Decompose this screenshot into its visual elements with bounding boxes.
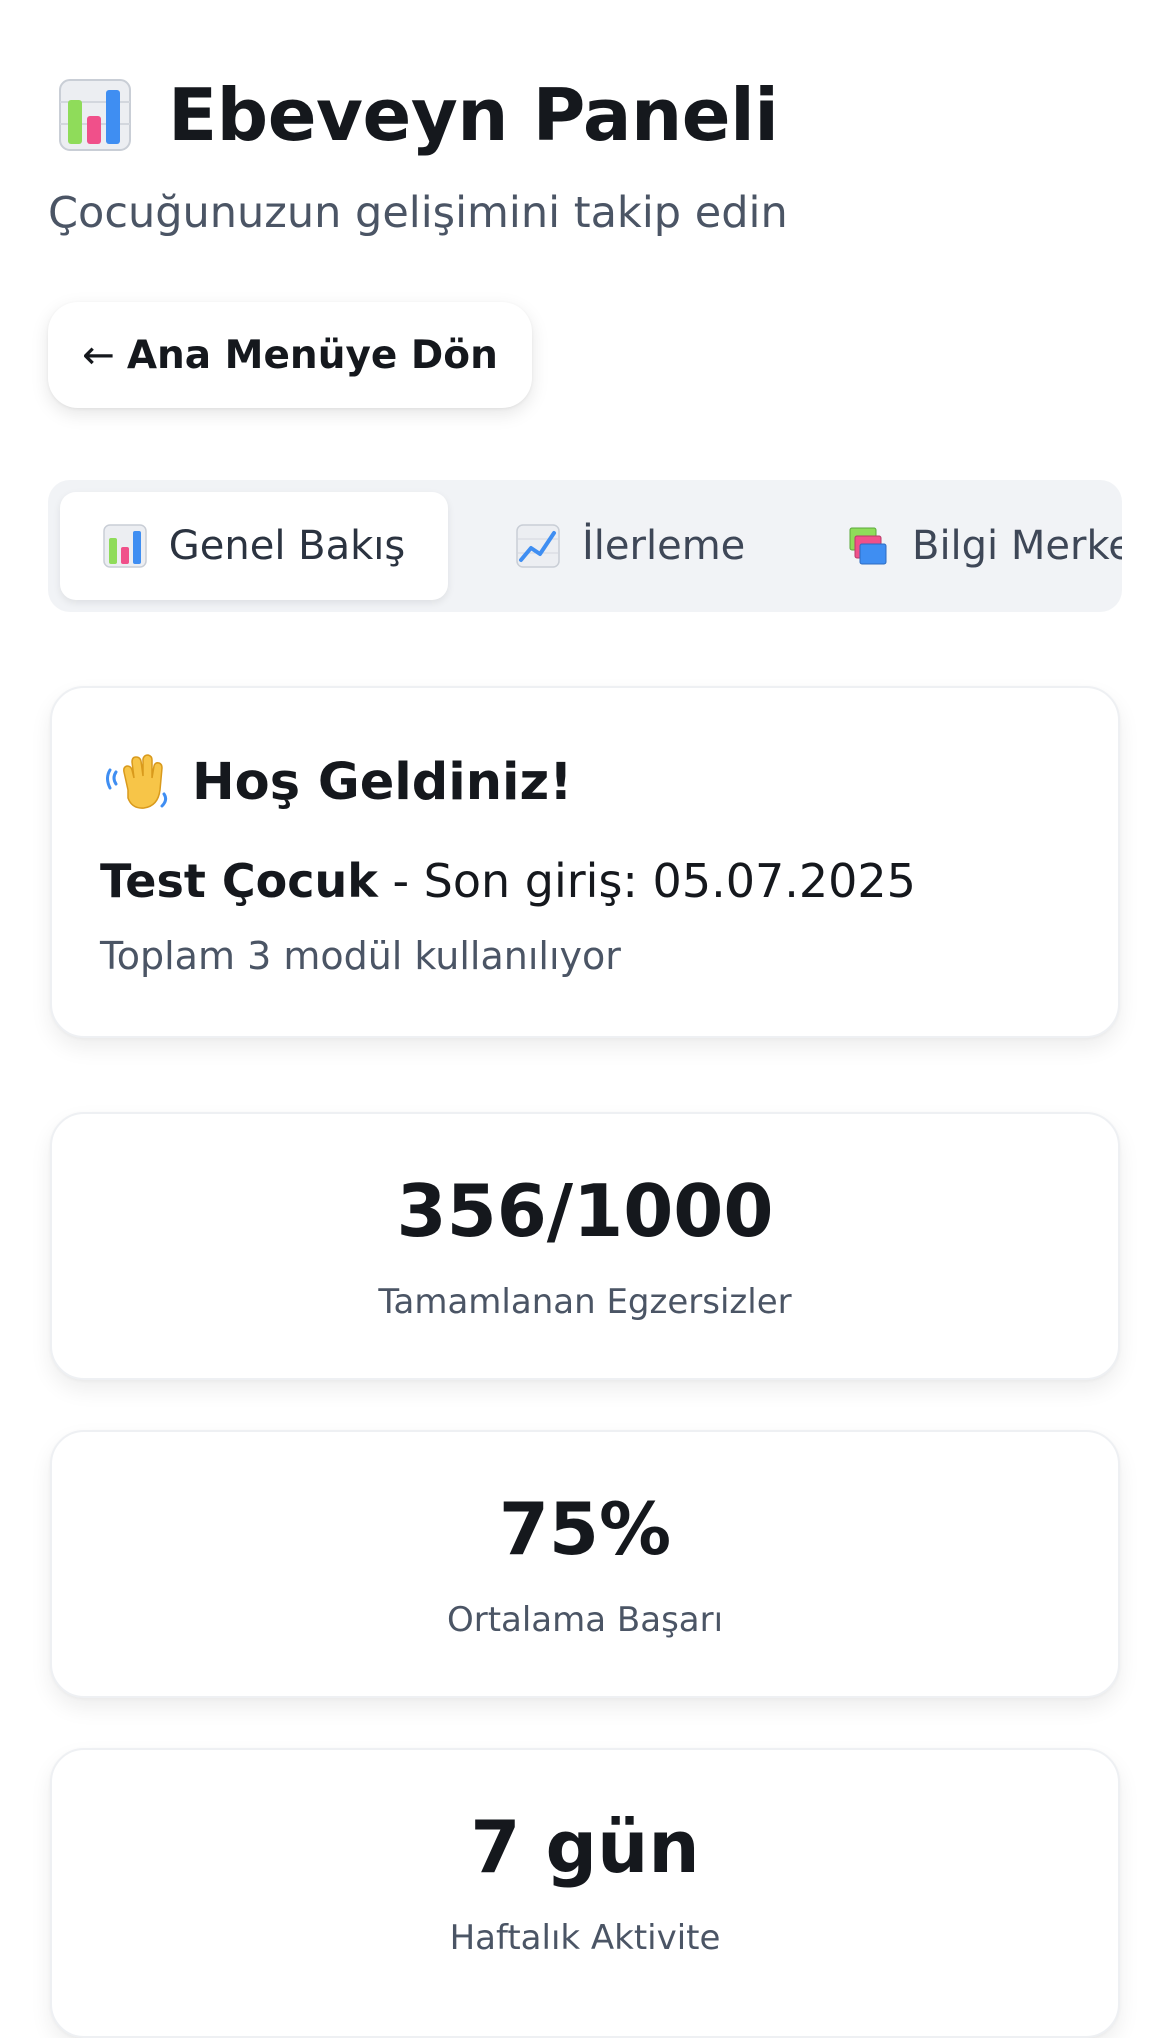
back-button-label: Ana Menüye Dön: [126, 332, 498, 378]
tab-label: İlerleme: [582, 523, 746, 569]
welcome-title: Hoş Geldiniz!: [106, 750, 572, 814]
tab-overview[interactable]: Genel Bakış: [60, 492, 448, 600]
back-to-menu-button[interactable]: ← Ana Menüye Dön: [48, 302, 532, 408]
page-title: Ebeveyn Paneli: [168, 73, 779, 157]
stat-value: 356/1000: [396, 1169, 774, 1253]
page-header: Ebeveyn Paneli: [58, 73, 779, 157]
stat-label: Tamamlanan Egzersizler: [378, 1282, 792, 1322]
child-info: Test Çocuk - Son giriş: 05.07.2025: [100, 854, 916, 908]
welcome-title-text: Hoş Geldiniz!: [192, 752, 573, 812]
tab-info-center[interactable]: Bilgi Merkezi: [846, 492, 1122, 600]
tab-label: Bilgi Merkezi: [912, 523, 1122, 569]
stat-card-success: 75% Ortalama Başarı: [50, 1430, 1120, 1698]
tab-label: Genel Bakış: [168, 523, 406, 569]
last-login: - Son giriş: 05.07.2025: [377, 854, 916, 908]
stat-card-weekly-activity: 7 gün Haftalık Aktivite: [50, 1748, 1120, 2038]
page-subtitle: Çocuğunuzun gelişimini takip edin: [48, 188, 788, 238]
stat-label: Ortalama Başarı: [446, 1600, 724, 1640]
back-arrow-icon: ←: [82, 332, 115, 378]
bar-chart-icon: [103, 524, 147, 568]
parent-dashboard: Ebeveyn Paneli Çocuğunuzun gelişimini ta…: [0, 0, 1170, 2038]
stat-value: 7 gün: [470, 1805, 700, 1889]
modules-count: Toplam 3 modül kullanılıyor: [100, 934, 621, 978]
tab-progress[interactable]: İlerleme: [516, 492, 745, 600]
waving-hand-icon: [106, 754, 168, 809]
welcome-card: Hoş Geldiniz! Test Çocuk - Son giriş: 05…: [50, 686, 1120, 1038]
tab-bar: Genel Bakış İlerleme Bilgi Merkezi: [48, 480, 1122, 612]
stat-label: Haftalık Aktivite: [449, 1918, 721, 1958]
child-name: Test Çocuk: [100, 854, 378, 908]
stat-value: 75%: [498, 1487, 672, 1571]
trend-up-icon: [516, 524, 560, 568]
books-icon: [849, 527, 887, 565]
bar-chart-icon: [59, 79, 131, 151]
stat-card-exercises: 356/1000 Tamamlanan Egzersizler: [50, 1112, 1120, 1380]
